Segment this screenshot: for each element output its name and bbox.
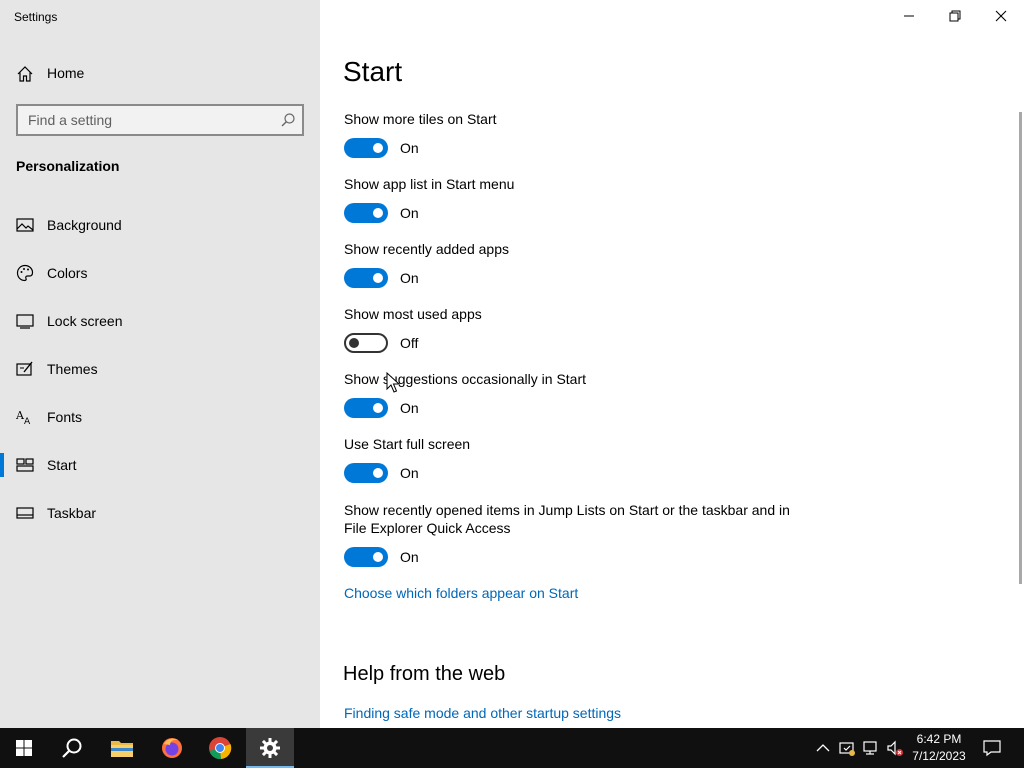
toggle-switch[interactable]: [344, 268, 388, 288]
sidebar-item-home[interactable]: Home: [0, 57, 320, 89]
gear-icon: [260, 738, 280, 758]
settings-button[interactable]: [246, 728, 294, 768]
sidebar-item-colors[interactable]: Colors: [0, 253, 320, 293]
setting-label: Show most used apps: [344, 306, 482, 322]
search-icon: [62, 738, 82, 758]
sidebar-item-label: Background: [47, 217, 122, 233]
toggle-state: On: [400, 549, 419, 565]
toggle-switch[interactable]: [344, 203, 388, 223]
choose-folders-link[interactable]: Choose which folders appear on Start: [344, 585, 578, 601]
window-title: Settings: [14, 10, 58, 24]
folder-icon: [111, 741, 133, 757]
toggle-switch[interactable]: [344, 398, 388, 418]
taskbar-icon: [16, 507, 34, 519]
network-icon[interactable]: [862, 739, 880, 757]
toggle-switch[interactable]: [344, 463, 388, 483]
sidebar: Settings Home Personalization Background…: [0, 0, 320, 728]
palette-icon: [16, 264, 34, 282]
fonts-icon: A A: [16, 409, 31, 426]
setting-label: Show app list in Start menu: [344, 176, 515, 192]
windows-logo-icon: [16, 740, 32, 756]
toggle-switch[interactable]: [344, 138, 388, 158]
sidebar-item-label: Fonts: [47, 409, 83, 425]
sidebar-item-label: Start: [47, 457, 77, 473]
restore-icon: [949, 10, 961, 22]
setting-full-screen: Use Start full screen On: [344, 435, 804, 483]
active-indicator: [0, 453, 4, 477]
start-button[interactable]: [0, 728, 48, 768]
minimize-button[interactable]: [886, 0, 932, 32]
sidebar-item-fonts[interactable]: A A Fonts: [0, 397, 320, 437]
setting-label: Show suggestions occasionally in Start: [344, 371, 587, 387]
restore-button[interactable]: [932, 0, 978, 32]
setting-suggestions: Show suggestions occasionally in Start O…: [344, 370, 804, 418]
security-icon[interactable]: [838, 739, 856, 757]
setting-label: Show more tiles on Start: [344, 111, 497, 127]
sidebar-item-label: Lock screen: [47, 313, 123, 329]
toggle-switch[interactable]: [344, 333, 388, 353]
toggle-state: On: [400, 270, 419, 286]
notification-icon[interactable]: [982, 738, 1002, 758]
taskbar: 6:42 PM 7/12/2023: [0, 728, 1024, 768]
section-title: Personalization: [16, 158, 120, 174]
clock[interactable]: 6:42 PM 7/12/2023: [908, 731, 970, 765]
toggle-state: On: [400, 205, 419, 221]
sidebar-item-background[interactable]: Background: [0, 205, 320, 245]
sidebar-item-label: Taskbar: [47, 505, 97, 521]
toggle-state: On: [400, 465, 419, 481]
setting-jump-lists: Show recently opened items in Jump Lists…: [344, 501, 794, 567]
search-box[interactable]: [16, 104, 304, 136]
toggle-switch[interactable]: [344, 547, 388, 567]
sidebar-item-label: Home: [47, 65, 85, 81]
search-icon[interactable]: [280, 112, 296, 128]
home-icon: [17, 66, 33, 82]
setting-more-tiles: Show more tiles on Start On: [344, 110, 804, 158]
sidebar-item-start[interactable]: Start: [0, 445, 320, 485]
toggle-state: On: [400, 400, 419, 416]
sidebar-item-taskbar[interactable]: Taskbar: [0, 493, 320, 533]
close-icon: [995, 10, 1007, 22]
image-icon: [16, 218, 34, 232]
chevron-up-icon[interactable]: [814, 739, 832, 757]
close-button[interactable]: [978, 0, 1024, 32]
file-explorer-button[interactable]: [98, 728, 146, 768]
svg-text:A: A: [24, 417, 31, 426]
setting-app-list: Show app list in Start menu On: [344, 175, 804, 223]
scrollbar[interactable]: [1019, 112, 1022, 584]
setting-recently-added: Show recently added apps On: [344, 240, 804, 288]
firefox-button[interactable]: [148, 728, 196, 768]
setting-label: Use Start full screen: [344, 436, 471, 452]
minimize-icon: [904, 15, 914, 17]
search-input[interactable]: [18, 106, 278, 134]
toggle-state: Off: [400, 335, 419, 351]
clock-date: 7/12/2023: [912, 749, 966, 763]
toggle-state: On: [400, 140, 419, 156]
volume-muted-icon[interactable]: [886, 739, 904, 757]
chrome-icon: [209, 737, 232, 760]
chrome-button[interactable]: [196, 728, 244, 768]
search-button[interactable]: [48, 728, 96, 768]
setting-label: Show recently opened items in Jump Lists…: [344, 502, 790, 536]
sidebar-item-label: Colors: [47, 265, 88, 281]
setting-most-used: Show most used apps Off: [344, 305, 804, 353]
lock-screen-icon: [16, 314, 34, 329]
sidebar-item-themes[interactable]: Themes: [0, 349, 320, 389]
mouse-cursor-icon: [386, 372, 400, 393]
clock-time: 6:42 PM: [916, 732, 962, 746]
sidebar-item-label: Themes: [47, 361, 98, 377]
start-icon: [16, 458, 34, 472]
help-title: Help from the web: [343, 663, 506, 685]
themes-icon: [16, 361, 33, 376]
page-title: Start: [343, 56, 403, 87]
sidebar-item-lock-screen[interactable]: Lock screen: [0, 301, 320, 341]
safe-mode-link[interactable]: Finding safe mode and other startup sett…: [344, 705, 621, 721]
firefox-icon: [162, 738, 182, 758]
setting-label: Show recently added apps: [344, 241, 509, 257]
